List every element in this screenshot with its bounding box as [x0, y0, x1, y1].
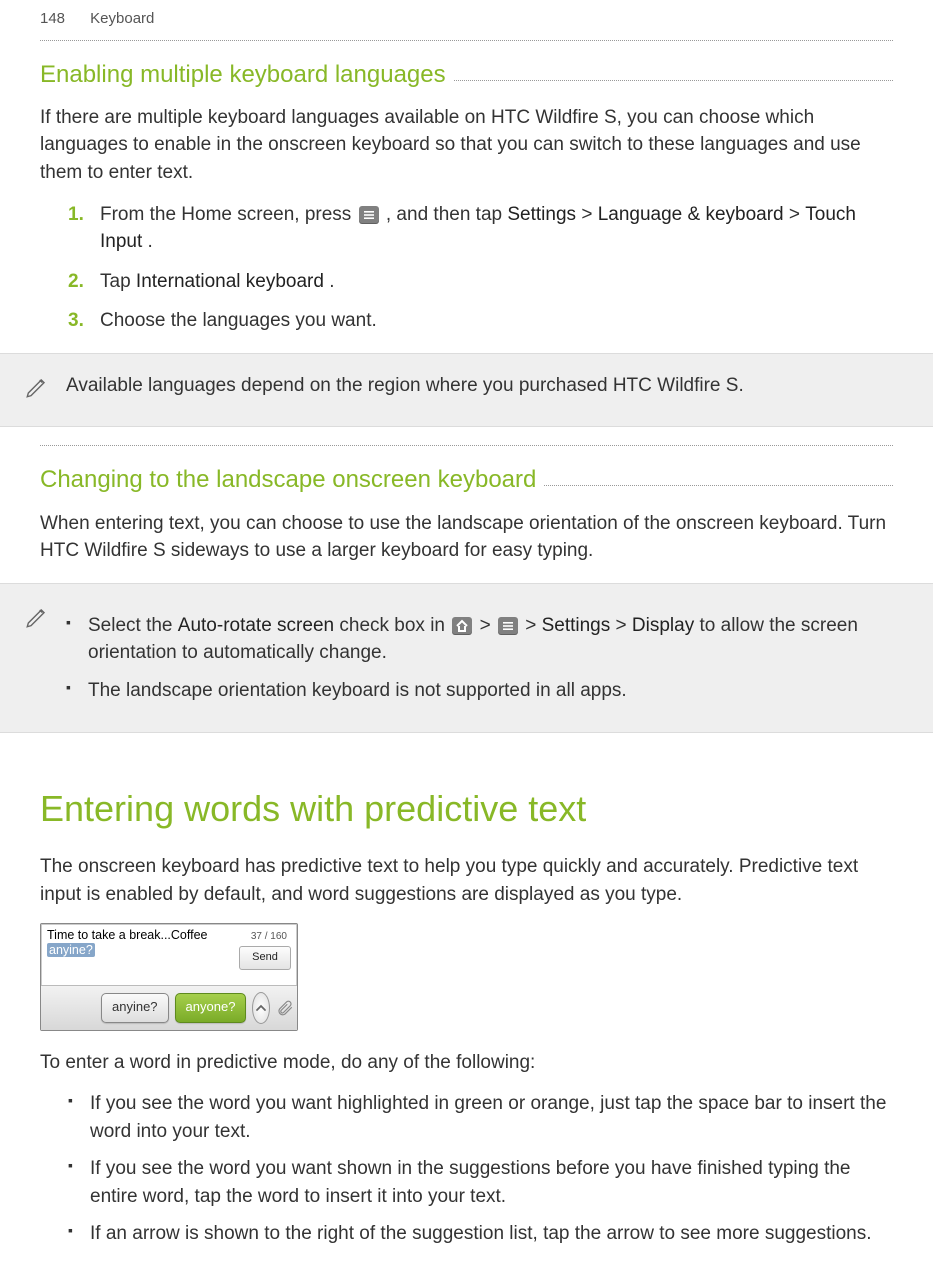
step-number: 1.	[68, 201, 86, 256]
step-text: Tap International keyboard .	[100, 268, 893, 296]
char-counter: 37 / 160	[251, 930, 287, 945]
suggestion-chip-active[interactable]: anyone?	[175, 993, 247, 1023]
pencil-icon	[24, 604, 52, 639]
step-text: Choose the languages you want.	[100, 307, 893, 335]
text: From the Home screen, press	[100, 204, 357, 225]
section-heading-row: Changing to the landscape onscreen keybo…	[40, 464, 893, 495]
suggestion-chip[interactable]: anyine?	[101, 993, 169, 1023]
text: Time to take a break...Coffee	[47, 928, 208, 942]
step-item: 2. Tap International keyboard .	[68, 268, 893, 296]
bold-text: International keyboard	[136, 271, 324, 292]
note-box: Select the Auto-rotate screen check box …	[0, 583, 933, 734]
text: >	[480, 615, 496, 636]
header-section: Keyboard	[90, 10, 154, 27]
text: >	[616, 615, 632, 636]
divider	[40, 40, 893, 41]
section-intro: If there are multiple keyboard languages…	[40, 104, 893, 187]
attachment-icon[interactable]	[276, 997, 294, 1019]
note-body: Available languages depend on the region…	[66, 372, 893, 400]
menu-icon	[359, 206, 379, 224]
divider	[40, 445, 893, 446]
bold-text: Settings	[507, 204, 576, 225]
section-title: Enabling multiple keyboard languages	[40, 59, 446, 90]
text: .	[329, 271, 334, 292]
list-item: If an arrow is shown to the right of the…	[68, 1220, 893, 1248]
text: Select the	[88, 615, 178, 636]
page-number: 148	[40, 8, 86, 30]
steps-list: 1. From the Home screen, press , and the…	[68, 201, 893, 335]
list-item: If you see the word you want highlighted…	[68, 1090, 893, 1145]
main-title: Entering words with predictive text	[40, 783, 893, 835]
bold-text: Auto-rotate screen	[178, 615, 334, 636]
text: >	[525, 615, 541, 636]
bold-text: Settings	[542, 615, 611, 636]
step-item: 1. From the Home screen, press , and the…	[68, 201, 893, 256]
page-header: 148 Keyboard	[0, 0, 933, 34]
list-item: The landscape orientation keyboard is no…	[66, 677, 893, 705]
text: Tap	[100, 271, 136, 292]
send-button[interactable]: Send	[239, 946, 291, 970]
step-number: 3.	[68, 307, 86, 335]
section-intro: The onscreen keyboard has predictive tex…	[40, 853, 893, 908]
text: .	[148, 231, 153, 252]
expand-suggestions-icon[interactable]	[252, 992, 270, 1024]
text: check box in	[339, 615, 450, 636]
step-text: From the Home screen, press , and then t…	[100, 201, 893, 256]
message-text: Time to take a break...Coffee anyine?	[47, 928, 241, 959]
step-item: 3. Choose the languages you want.	[68, 307, 893, 335]
text: , and then tap	[386, 204, 508, 225]
bullet-list: If you see the word you want highlighted…	[68, 1090, 893, 1248]
bold-text: Display	[632, 615, 694, 636]
heading-trail	[454, 80, 893, 81]
text: >	[789, 204, 805, 225]
menu-icon	[498, 617, 518, 635]
home-icon	[452, 617, 472, 635]
section-heading-row: Enabling multiple keyboard languages	[40, 59, 893, 90]
highlighted-word: anyine?	[47, 943, 95, 957]
predictive-text-screenshot: Time to take a break...Coffee anyine? 37…	[40, 923, 298, 1031]
section-title: Changing to the landscape onscreen keybo…	[40, 464, 536, 495]
bold-text: Language & keyboard	[598, 204, 784, 225]
list-item: If you see the word you want shown in th…	[68, 1155, 893, 1210]
page-content: Enabling multiple keyboard languages If …	[0, 40, 933, 1288]
note-body: Select the Auto-rotate screen check box …	[66, 602, 893, 715]
note-bullets: Select the Auto-rotate screen check box …	[66, 612, 893, 705]
heading-trail	[544, 485, 893, 486]
list-item: Select the Auto-rotate screen check box …	[66, 612, 893, 667]
lead-text: To enter a word in predictive mode, do a…	[40, 1049, 893, 1077]
pencil-icon	[24, 374, 52, 409]
note-box: Available languages depend on the region…	[0, 353, 933, 428]
section-intro: When entering text, you can choose to us…	[40, 510, 893, 565]
suggestion-bar: anyine? anyone?	[41, 985, 297, 1030]
text: >	[581, 204, 597, 225]
step-number: 2.	[68, 268, 86, 296]
